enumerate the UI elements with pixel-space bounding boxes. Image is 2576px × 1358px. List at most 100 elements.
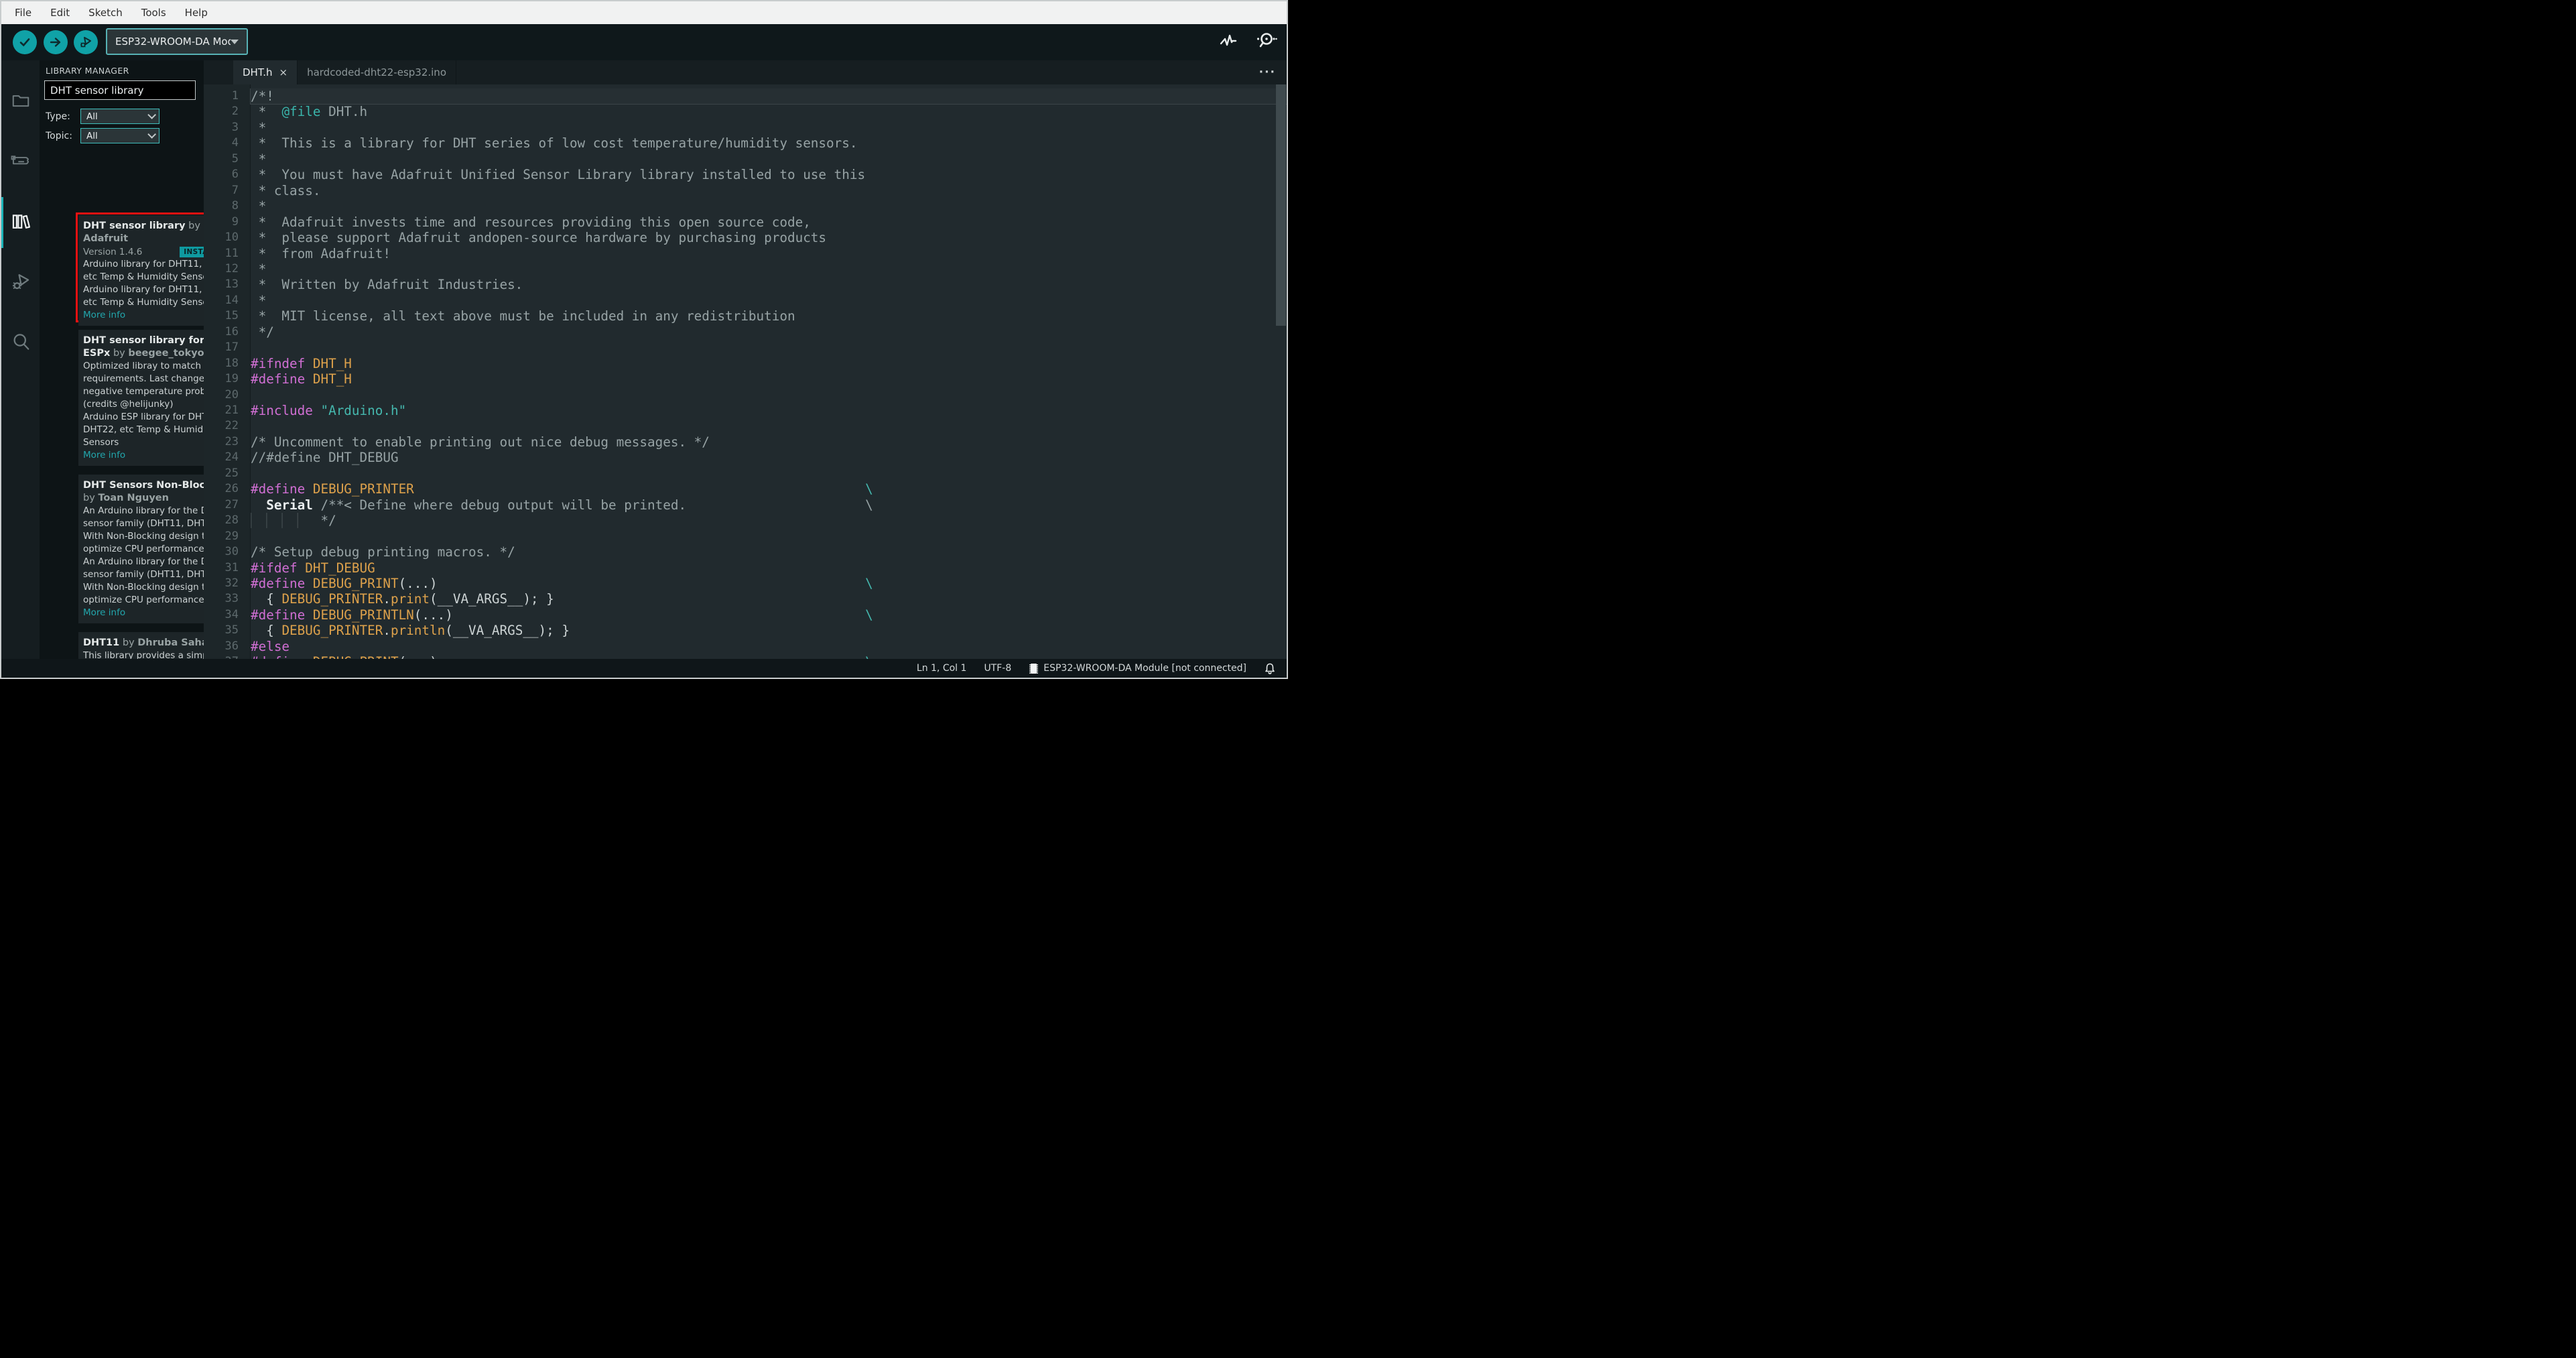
library-card-1[interactable]: DHT sensor library by Adafruit Version 1.… <box>78 215 204 326</box>
tab-hardcoded-dht22-esp32-ino[interactable]: hardcoded-dht22-esp32.ino <box>298 60 456 84</box>
serial-plotter-icon <box>1220 34 1237 46</box>
line-number: 20 <box>224 387 239 402</box>
library-title: DHT Sensors Non-Blocking by Toan Nguyen <box>83 480 204 503</box>
code-line-13: 13 * Written by Adafruit Industries. <box>204 277 1287 292</box>
sidebar-item-library-manager[interactable] <box>1 193 40 252</box>
line-number: 8 <box>231 199 239 213</box>
code-line-1: 1/*! <box>204 88 1287 105</box>
code-line-14: 14 * <box>204 293 1287 308</box>
code-line-10: 10 * please support Adafruit andopen-sou… <box>204 230 1287 245</box>
line-number: 13 <box>224 277 239 292</box>
line-number: 25 <box>224 466 239 480</box>
line-number: 10 <box>224 231 239 245</box>
editor-vertical-scrollbar[interactable] <box>1276 84 1286 326</box>
line-number: 37 <box>204 654 239 659</box>
bug-play-icon <box>80 37 91 48</box>
line-number: 16 <box>224 324 239 338</box>
code-line-7: 7 * class. <box>204 183 1287 198</box>
sidebar-item-sketchbook[interactable] <box>1 72 40 131</box>
chevron-down-icon <box>147 130 156 139</box>
library-description-line: Arduino ESP library for DHT11, <box>83 412 204 422</box>
library-description-line: optimize CPU performance. <box>83 544 204 554</box>
line-number: 11 <box>224 246 239 260</box>
library-description-line: requirements. Last changes: Fix <box>83 373 204 384</box>
type-filter-select[interactable]: All <box>80 109 159 124</box>
code-line-30: 30/* Setup debug printing macros. */ <box>204 544 1287 560</box>
code-line-33: 33 { DEBUG_PRINTER.print(__VA_ARGS__); } <box>204 591 1287 607</box>
menu-item-tools[interactable]: Tools <box>132 1 176 24</box>
library-search-input[interactable] <box>44 80 196 100</box>
line-number: 7 <box>231 183 239 197</box>
code-line-8: 8 * <box>204 198 1287 214</box>
menu-item-file[interactable]: File <box>5 1 41 24</box>
editor-area[interactable]: DHT.h × hardcoded-dht22-esp32.ino ··· 1/*!… <box>204 60 1287 659</box>
library-card-4[interactable]: DHT11 by Dhruba Saha This library provide… <box>78 632 204 659</box>
line-number: 36 <box>224 639 239 653</box>
panel-title: LIBRARY MANAGER <box>46 66 129 76</box>
menu-item-sketch[interactable]: Sketch <box>79 1 132 24</box>
more-info-link[interactable]: More info <box>83 607 204 619</box>
upload-button[interactable] <box>44 30 68 54</box>
encoding: UTF-8 <box>984 663 1012 674</box>
line-number: 19 <box>224 372 239 386</box>
cursor-position: Ln 1, Col 1 <box>916 663 967 674</box>
library-card-3[interactable]: DHT Sensors Non-Blocking by Toan Nguyen A… <box>78 475 204 623</box>
menu-item-edit[interactable]: Edit <box>41 1 79 24</box>
verify-button[interactable] <box>13 30 37 54</box>
tab-dht-h[interactable]: DHT.h × <box>233 60 298 84</box>
line-number: 29 <box>224 529 239 543</box>
debug-button[interactable] <box>74 30 98 54</box>
tab-label: DHT.h <box>243 66 273 78</box>
code-line-15: 15 * MIT license, all text above must be… <box>204 308 1287 324</box>
notifications-bell-icon[interactable] <box>1264 662 1276 675</box>
serial-plotter-button[interactable] <box>1218 30 1238 53</box>
sidebar-item-search[interactable] <box>1 314 40 373</box>
line-number: 9 <box>231 214 239 229</box>
code-line-19: 19 #define DHT_H <box>204 371 1287 387</box>
installed-badge: INSTALLED <box>180 246 204 257</box>
library-card-2[interactable]: DHT sensor library for ESPx by beegee_to… <box>78 330 204 466</box>
library-description-line: Arduino library for DHT11, DHT22, <box>83 259 204 269</box>
status-bar: Ln 1, Col 1 UTF-8 ESP32-WROOM-DA Module … <box>1 659 1287 678</box>
board-selector-value: ESP32-WROOM-DA Module <box>115 36 231 48</box>
code-line-22: 22 <box>204 418 1287 434</box>
library-manager-panel: LIBRARY MANAGER Type: All Topic: All DHT… <box>40 60 204 659</box>
code-line-20: 20 <box>204 387 1287 403</box>
sidebar-item-boards-manager[interactable] <box>1 133 40 192</box>
line-number: 12 <box>224 261 239 275</box>
library-description-line: (credits @helijunky) <box>83 399 174 410</box>
code-line-12: 12 * <box>204 261 1287 277</box>
more-info-link[interactable]: More info <box>83 449 204 462</box>
library-description-line: DHT22, etc Temp & Humidity <box>83 424 204 435</box>
line-number: 21 <box>224 404 239 417</box>
topic-filter-label: Topic: <box>46 130 72 141</box>
editor-more-actions[interactable]: ··· <box>1259 60 1276 84</box>
code-line-11: 11 * from Adafruit! <box>204 246 1287 261</box>
line-number: 35 <box>224 623 239 637</box>
code-line-2: 2 * @file DHT.h <box>204 104 1287 119</box>
type-filter-row: Type: All <box>46 109 159 124</box>
topic-filter-select[interactable]: All <box>80 128 159 143</box>
serial-monitor-button[interactable] <box>1254 30 1277 53</box>
line-number: 15 <box>224 309 239 323</box>
close-icon[interactable]: × <box>279 66 288 78</box>
library-description-line: optimize CPU performance. <box>83 595 204 605</box>
code-line-4: 4 * This is a library for DHT series of … <box>204 135 1287 151</box>
chevron-down-icon <box>147 111 156 119</box>
line-number: 31 <box>224 560 239 574</box>
code-line-23: 23/* Uncomment to enable printing out ni… <box>204 434 1287 450</box>
code-line-24: 24//#define DHT_DEBUG <box>204 450 1287 465</box>
editor-tab-bar: DHT.h × hardcoded-dht22-esp32.ino <box>204 60 1287 84</box>
code-line-6: 6 * You must have Adafruit Unified Senso… <box>204 167 1287 182</box>
library-description-line: With Non-Blocking design to <box>83 582 204 593</box>
sidebar-item-debug[interactable] <box>1 253 40 312</box>
library-description-line: sensor family (DHT11, DHT22,...). <box>83 518 204 529</box>
menu-item-help[interactable]: Help <box>176 1 217 24</box>
library-results-list: DHT sensor library by Adafruit Version 1.… <box>40 206 204 659</box>
topic-filter-row: Topic: All <box>46 128 159 143</box>
code-line-34: 34 #define DEBUG_PRINTLN(...) \ <box>204 607 1287 623</box>
code-line-21: 21 #include "Arduino.h" <box>204 403 1287 418</box>
more-info-link[interactable]: More info <box>83 309 204 322</box>
menu-bar: File Edit Sketch Tools Help <box>1 1 1287 24</box>
board-selector[interactable]: ESP32-WROOM-DA Module <box>106 28 248 55</box>
